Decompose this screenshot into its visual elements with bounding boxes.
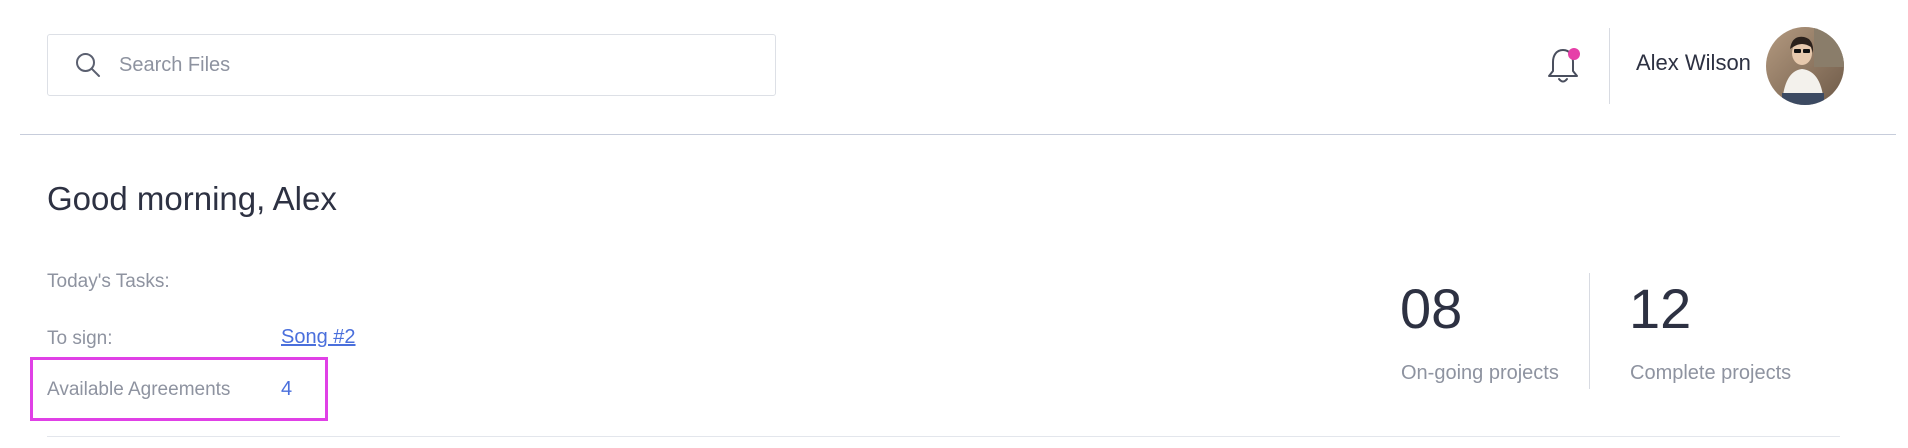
stats-separator bbox=[1589, 273, 1590, 389]
dashboard-page: Alex Wilson Good morning, Alex Today's T… bbox=[0, 0, 1908, 448]
user-name[interactable]: Alex Wilson bbox=[1636, 50, 1751, 76]
search-input[interactable] bbox=[117, 52, 721, 78]
ongoing-projects-label: On-going projects bbox=[1401, 362, 1559, 384]
complete-projects-count: 12 bbox=[1629, 277, 1692, 340]
header-divider bbox=[20, 134, 1896, 135]
search-icon bbox=[73, 50, 103, 80]
header-separator bbox=[1609, 28, 1610, 104]
to-sign-label: To sign: bbox=[47, 328, 113, 349]
greeting-title: Good morning, Alex bbox=[47, 180, 337, 217]
bell-icon bbox=[1546, 49, 1580, 90]
search-field[interactable] bbox=[47, 34, 776, 96]
user-avatar[interactable] bbox=[1766, 27, 1844, 105]
complete-projects-label: Complete projects bbox=[1630, 362, 1792, 384]
ongoing-projects-count: 08 bbox=[1400, 277, 1463, 340]
to-sign-link[interactable]: Song #2 bbox=[281, 326, 356, 349]
tasks-label: Today's Tasks: bbox=[47, 271, 170, 292]
notifications-button[interactable] bbox=[1546, 46, 1580, 86]
notification-badge bbox=[1568, 48, 1580, 60]
highlight-annotation bbox=[30, 357, 328, 421]
section-divider bbox=[47, 436, 1840, 437]
